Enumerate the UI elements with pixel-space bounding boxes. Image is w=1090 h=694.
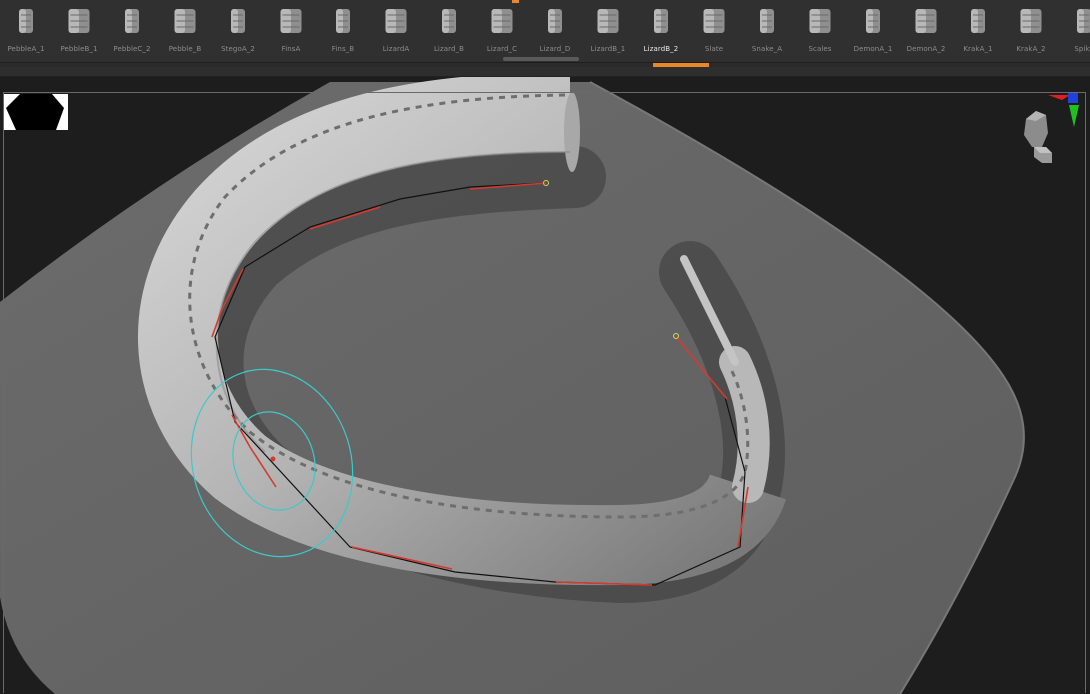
brush-krak-icon <box>965 6 991 36</box>
brush-item-lizarda[interactable]: LizardA <box>370 0 422 62</box>
brush-item-label: Fins_B <box>331 45 355 53</box>
brush-shelf: PebbleA_1 PebbleB_1 PebbleC_2 Pebble_B Stego… <box>0 0 1090 63</box>
brush-item-demona-2[interactable]: DemonA_2 <box>900 0 952 62</box>
brush-lizard-icon <box>436 6 462 36</box>
brush-item-pebble-b[interactable]: Pebble_B <box>159 0 211 62</box>
brush-item-label: FinsA <box>281 45 301 53</box>
brush-item-label: PebbleC_2 <box>113 45 151 53</box>
brush-lizard-icon <box>595 6 621 36</box>
brush-item-stegoa-2[interactable]: StegoA_2 <box>212 0 264 62</box>
brush-lizard-icon <box>542 6 568 36</box>
brush-item-label: Lizard_B <box>433 45 465 53</box>
curve-point-cursor[interactable] <box>270 456 276 462</box>
canvas-viewport[interactable] <box>0 77 1090 694</box>
shelf-divider <box>0 67 1090 77</box>
brush-item-lizard-d[interactable]: Lizard_D <box>529 0 581 62</box>
brush-fin-icon <box>278 6 304 36</box>
brush-item-pebblea-1[interactable]: PebbleA_1 <box>0 0 52 62</box>
brush-pebble-icon <box>172 6 198 36</box>
brush-item-slate[interactable]: Slate <box>688 0 740 62</box>
brush-item-label: LizardB_2 <box>643 45 679 53</box>
brush-item-label: KrakA_2 <box>1016 45 1046 53</box>
brush-pebble-icon <box>66 6 92 36</box>
shelf-scroll-handle[interactable] <box>503 57 579 61</box>
brush-lizard-icon <box>489 6 515 36</box>
brush-item-lizard-b[interactable]: Lizard_B <box>423 0 475 62</box>
brush-fin-icon <box>330 6 356 36</box>
brush-pebble-icon <box>119 6 145 36</box>
brush-item-scales[interactable]: Scales <box>794 0 846 62</box>
brush-krak-icon <box>1018 6 1044 36</box>
brush-scales-icon <box>807 6 833 36</box>
brush-item-label: Lizard_D <box>539 45 571 53</box>
brush-demon-icon <box>913 6 939 36</box>
brush-item-lizardb-1[interactable]: LizardB_1 <box>582 0 634 62</box>
brush-item-kraka-2[interactable]: KrakA_2 <box>1005 0 1057 62</box>
brush-item-demona-1[interactable]: DemonA_1 <box>847 0 899 62</box>
brush-item-label: DemonA_2 <box>906 45 946 53</box>
brush-item-label: Scales <box>808 45 832 53</box>
brush-item-snake-a[interactable]: Snake_A <box>741 0 793 62</box>
brush-item-label: Lizard_C <box>486 45 518 53</box>
brush-item-pebbleb-1[interactable]: PebbleB_1 <box>53 0 105 62</box>
brush-slate-icon <box>701 6 727 36</box>
tube-end-cap <box>564 92 580 172</box>
brush-item-label: DemonA_1 <box>853 45 893 53</box>
alpha-octagon-icon[interactable] <box>4 94 68 130</box>
scene-render[interactable] <box>0 77 1090 694</box>
brush-item-kraka-1[interactable]: KrakA_1 <box>952 0 1004 62</box>
brush-item-spiky[interactable]: Spiky <box>1058 0 1090 62</box>
brush-item-lizard-c[interactable]: Lizard_C <box>476 0 528 62</box>
brush-item-label: LizardA <box>382 45 410 53</box>
brush-item-fins-b[interactable]: Fins_B <box>317 0 369 62</box>
brush-lizard-icon <box>648 6 674 36</box>
brush-item-label: Spiky <box>1074 45 1090 53</box>
brush-pebble-icon <box>13 6 39 36</box>
brush-item-label: KrakA_1 <box>963 45 993 53</box>
brush-spiky-icon <box>1071 6 1090 36</box>
brush-item-label: Snake_A <box>751 45 783 53</box>
navigation-head-gizmo-icon[interactable] <box>1012 89 1084 167</box>
brush-lizard-icon <box>383 6 409 36</box>
brush-item-label: PebbleA_1 <box>7 45 45 53</box>
brush-item-label: Pebble_B <box>168 45 202 53</box>
brush-item-label: StegoA_2 <box>221 45 255 53</box>
brush-item-label: PebbleB_1 <box>60 45 98 53</box>
brush-item-label: Slate <box>704 45 724 53</box>
brush-stego-icon <box>225 6 251 36</box>
brush-item-pebblec-2[interactable]: PebbleC_2 <box>106 0 158 62</box>
brush-item-label: LizardB_1 <box>590 45 626 53</box>
brush-snake-icon <box>754 6 780 36</box>
brush-item-lizardb-2[interactable]: LizardB_2 <box>635 0 687 62</box>
brush-demon-icon <box>860 6 886 36</box>
brush-item-finsa[interactable]: FinsA <box>265 0 317 62</box>
